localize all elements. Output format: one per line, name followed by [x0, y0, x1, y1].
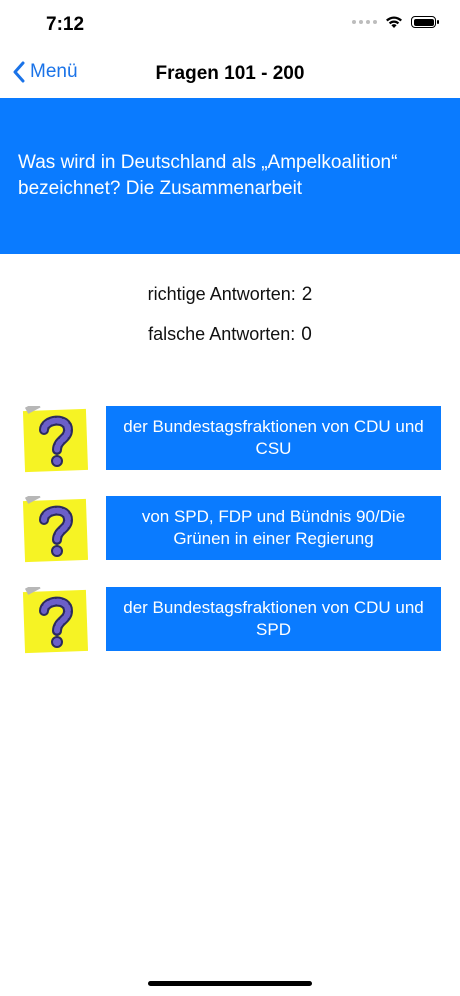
- wifi-icon: [386, 16, 402, 28]
- wrong-answers-row: falsche Antworten: 0: [0, 324, 460, 346]
- correct-answers-label: richtige Antworten:: [147, 284, 296, 304]
- wrong-answers-count: 0: [301, 324, 312, 345]
- answer-row: der Bundestagsfraktionen von CDU und CSU: [20, 406, 441, 473]
- answer-button-1[interactable]: der Bundestagsfraktionen von CDU und CSU: [106, 406, 441, 470]
- home-indicator: [148, 981, 312, 986]
- question-panel: Was wird in Deutschland als „Ampelkoalit…: [0, 98, 460, 254]
- page-title: Fragen 101 - 200: [155, 63, 305, 84]
- battery-icon: [411, 16, 439, 28]
- question-mark-note-icon: [22, 587, 89, 654]
- status-icons: [352, 15, 439, 29]
- correct-answers-row: richtige Antworten: 2: [0, 284, 460, 306]
- status-bar: 7:12: [0, 0, 460, 50]
- answer-row: der Bundestagsfraktionen von CDU und SPD: [20, 587, 441, 654]
- question-mark-note-icon: [22, 406, 89, 473]
- wrong-answers-label: falsche Antworten:: [148, 324, 296, 344]
- question-text: Was wird in Deutschland als „Ampelkoalit…: [18, 152, 398, 199]
- nav-bar: Menü Fragen 101 - 200: [0, 50, 460, 98]
- answer-button-3[interactable]: der Bundestagsfraktionen von CDU und SPD: [106, 587, 441, 651]
- question-mark-note-icon: [22, 496, 89, 563]
- answer-button-2[interactable]: von SPD, FDP und Bündnis 90/Die Grünen i…: [106, 496, 441, 560]
- signal-dots-icon: [352, 20, 377, 24]
- correct-answers-count: 2: [301, 284, 313, 305]
- status-time: 7:12: [46, 14, 85, 35]
- answer-row: von SPD, FDP und Bündnis 90/Die Grünen i…: [20, 496, 441, 563]
